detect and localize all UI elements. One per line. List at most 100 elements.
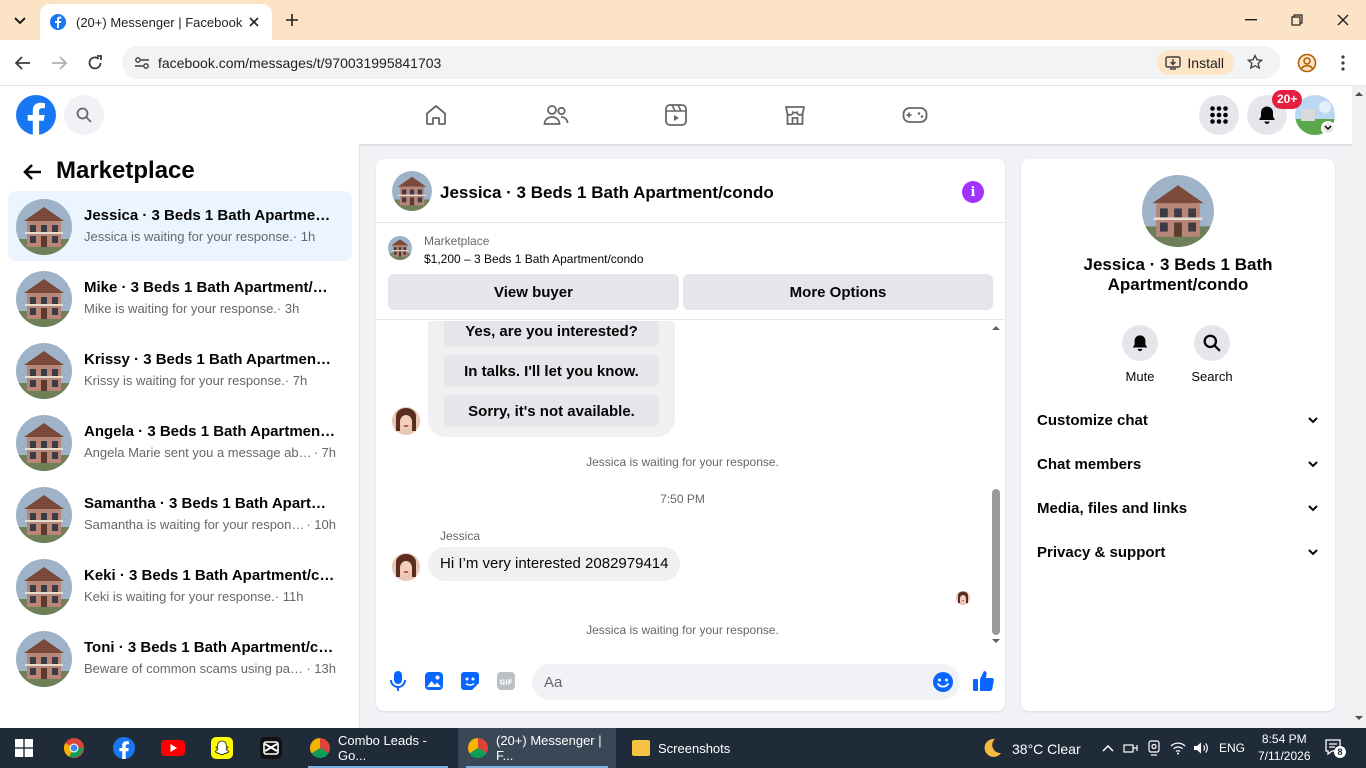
- taskbar-clock[interactable]: 8:54 PM 7/11/2026: [1258, 731, 1311, 765]
- listing-price-title[interactable]: $1,200 – 3 Beds 1 Bath Apartment/condo: [424, 252, 644, 266]
- close-window-icon[interactable]: [1331, 8, 1355, 32]
- search-in-conversation-button[interactable]: Search: [1182, 325, 1242, 384]
- thumbs-up-like-icon[interactable]: [972, 669, 996, 693]
- watch-video-icon[interactable]: [660, 99, 692, 131]
- conversation-time: · 7h: [313, 445, 336, 460]
- panel-title: Marketplace: [56, 157, 195, 184]
- more-options-button[interactable]: More Options: [683, 274, 993, 310]
- home-icon[interactable]: [420, 99, 452, 131]
- windows-start-icon[interactable]: [12, 736, 36, 760]
- account-chevron-down-icon[interactable]: [1321, 121, 1335, 135]
- message-input[interactable]: [532, 664, 960, 700]
- browser-profile-icon[interactable]: [1296, 52, 1318, 74]
- conversation-avatar: [16, 487, 72, 543]
- youtube-icon[interactable]: [161, 736, 185, 760]
- search-label: Search: [1191, 369, 1233, 384]
- marketplace-listing-bar: Marketplace $1,200 – 3 Beds 1 Bath Apart…: [376, 224, 1005, 320]
- conversation-item[interactable]: Mike · 3 Beds 1 Bath Apartment/condo Mik…: [8, 263, 352, 333]
- microphone-icon[interactable]: [387, 670, 409, 692]
- minimize-icon[interactable]: [1239, 8, 1263, 32]
- wifi-icon[interactable]: [1166, 736, 1190, 760]
- conversation-details-panel: Jessica · 3 Beds 1 Bath Apartment/condo …: [1021, 159, 1335, 711]
- waiting-note: Jessica is waiting for your response.: [586, 623, 779, 637]
- gaming-icon[interactable]: [899, 99, 931, 131]
- volume-icon[interactable]: [1189, 736, 1213, 760]
- new-tab-plus-icon[interactable]: [282, 10, 302, 30]
- conversation-item[interactable]: Samantha · 3 Beds 1 Bath Apartment/condo…: [8, 479, 352, 549]
- snapchat-icon[interactable]: [210, 736, 234, 760]
- back-arrow-icon[interactable]: [11, 51, 35, 75]
- chevron-down-icon: [1308, 505, 1318, 512]
- message-bubble[interactable]: Hi I’m very interested 2082979414: [428, 547, 681, 581]
- chat-members-section[interactable]: Chat members: [1029, 442, 1327, 486]
- network-adapter-icon[interactable]: [1119, 736, 1143, 760]
- scrollbar-thumb[interactable]: [992, 489, 1000, 635]
- conversation-time: · 10h: [306, 517, 336, 532]
- camera-icon[interactable]: [1142, 736, 1166, 760]
- conversation-preview: Beware of common scams using payment app…: [84, 661, 307, 676]
- conversation-item[interactable]: Jessica · 3 Beds 1 Bath Apartment/condo …: [8, 191, 352, 261]
- language-indicator[interactable]: ENG: [1219, 741, 1245, 755]
- chat-header: Jessica · 3 Beds 1 Bath Apartment/condo …: [376, 159, 1005, 223]
- quick-reply-button[interactable]: Yes, are you interested?: [444, 321, 659, 347]
- chrome-icon[interactable]: [62, 736, 86, 760]
- privacy-support-section[interactable]: Privacy & support: [1029, 530, 1327, 574]
- bookmark-star-icon[interactable]: [1244, 51, 1266, 73]
- facebook-header: [0, 86, 1352, 144]
- friends-icon[interactable]: [540, 99, 572, 131]
- reload-icon[interactable]: [83, 51, 107, 75]
- photo-attach-icon[interactable]: [423, 670, 445, 692]
- folder-icon: [632, 740, 650, 756]
- facebook-app-icon[interactable]: [112, 736, 136, 760]
- mute-button[interactable]: Mute: [1110, 325, 1170, 384]
- quick-reply-button[interactable]: In talks. I'll let you know.: [444, 355, 659, 387]
- tab-close-icon[interactable]: [246, 14, 262, 30]
- tab-search-icon[interactable]: [8, 9, 32, 33]
- taskbar-app-combo-leads[interactable]: Combo Leads - Go...: [300, 728, 456, 768]
- notification-center-icon[interactable]: 8: [1322, 736, 1346, 760]
- sender-avatar: [392, 407, 420, 435]
- facebook-search-icon[interactable]: [64, 95, 104, 135]
- marketplace-icon[interactable]: [779, 99, 811, 131]
- back-arrow-icon[interactable]: [20, 160, 44, 184]
- view-buyer-button[interactable]: View buyer: [388, 274, 679, 310]
- conversation-time: · 1h: [292, 229, 316, 244]
- conversation-avatar: [16, 415, 72, 471]
- sticker-icon[interactable]: [459, 670, 481, 692]
- clock-time: 8:54 PM: [1261, 732, 1307, 746]
- conversation-item[interactable]: Angela · 3 Beds 1 Bath Apartment/condo A…: [8, 407, 352, 477]
- chat-avatar[interactable]: [392, 171, 432, 211]
- taskbar-app-messenger[interactable]: (20+) Messenger | F...: [458, 728, 616, 768]
- emoji-icon[interactable]: [932, 671, 954, 693]
- restore-icon[interactable]: [1285, 8, 1309, 32]
- conversation-item[interactable]: Krissy · 3 Beds 1 Bath Apartment/condo K…: [8, 335, 352, 405]
- capcut-icon[interactable]: [259, 736, 283, 760]
- browser-menu-icon[interactable]: [1334, 52, 1352, 74]
- install-app-button[interactable]: Install: [1157, 50, 1234, 75]
- browser-tab-messenger[interactable]: (20+) Messenger | Facebook: [40, 4, 272, 40]
- customize-chat-section[interactable]: Customize chat: [1029, 398, 1327, 442]
- gif-icon[interactable]: GIF: [495, 670, 517, 692]
- weather-text[interactable]: 38°C Clear: [1012, 741, 1081, 757]
- quick-replies-card: Yes, are you interested? In talks. I'll …: [428, 321, 675, 437]
- chat-title[interactable]: Jessica · 3 Beds 1 Bath Apartment/condo: [440, 183, 774, 203]
- quick-reply-button[interactable]: Sorry, it's not available.: [444, 395, 659, 427]
- conversation-item[interactable]: Toni · 3 Beds 1 Bath Apartment/condo Bew…: [8, 623, 352, 693]
- forward-arrow-icon[interactable]: [47, 51, 71, 75]
- page-scrollbar[interactable]: [1352, 86, 1366, 728]
- message-composer: GIF: [376, 659, 1005, 707]
- sender-avatar: [392, 553, 420, 581]
- chevron-up-icon[interactable]: [1096, 736, 1120, 760]
- address-bar[interactable]: facebook.com/messages/t/970031995841703 …: [122, 46, 1280, 79]
- chevron-down-icon: [1308, 549, 1318, 556]
- site-info-icon[interactable]: [132, 53, 152, 73]
- conversation-info-icon[interactable]: i: [962, 181, 984, 203]
- facebook-logo-icon[interactable]: [16, 95, 56, 136]
- taskbar-app-screenshots[interactable]: Screenshots: [622, 728, 742, 768]
- media-files-links-section[interactable]: Media, files and links: [1029, 486, 1327, 530]
- conversation-item[interactable]: Keki · 3 Beds 1 Bath Apartment/condo Kek…: [8, 551, 352, 621]
- conversation-preview: Mike is waiting for your response.: [84, 301, 277, 316]
- menu-grid-icon[interactable]: [1199, 95, 1239, 135]
- weather-moon-icon[interactable]: [980, 736, 1004, 760]
- conversation-name: Mike · 3 Beds 1 Bath Apartment/condo: [84, 279, 336, 296]
